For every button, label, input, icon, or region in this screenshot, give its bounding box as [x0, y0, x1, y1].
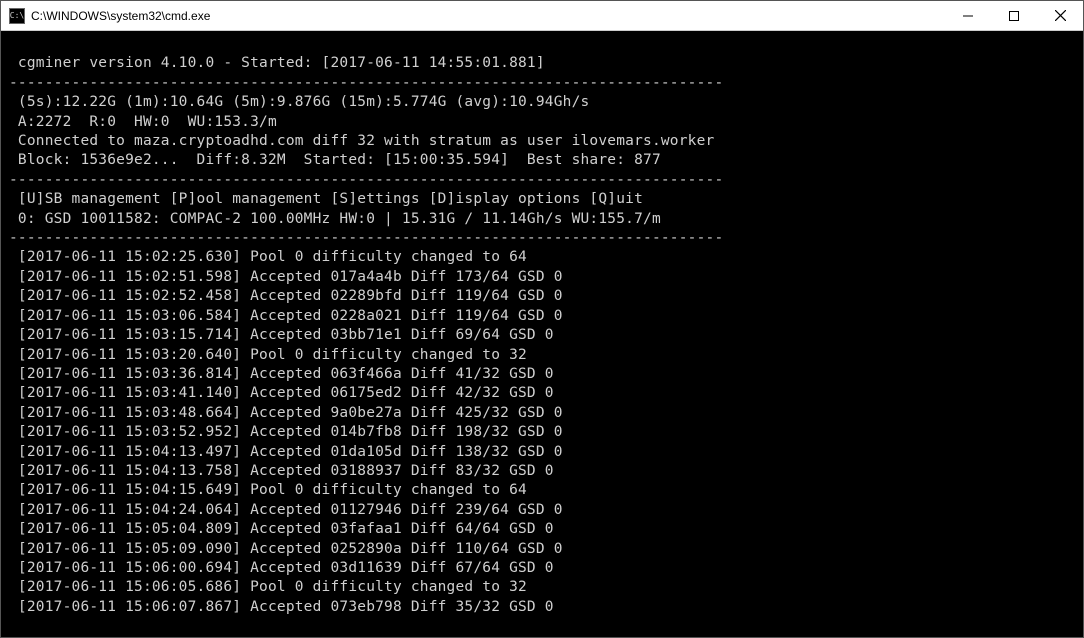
- log-line: [2017-06-11 15:02:52.458] Accepted 02289…: [9, 288, 563, 304]
- device-line: 0: GSD 10011582: COMPAC-2 100.00MHz HW:0…: [9, 211, 661, 227]
- log-line: [2017-06-11 15:03:20.640] Pool 0 difficu…: [9, 347, 527, 363]
- cmd-icon: C:\: [9, 8, 25, 24]
- log-line: [2017-06-11 15:06:00.694] Accepted 03d11…: [9, 560, 554, 576]
- window-title: C:\WINDOWS\system32\cmd.exe: [31, 9, 945, 23]
- log-line: [2017-06-11 15:03:15.714] Accepted 03bb7…: [9, 327, 554, 343]
- log-line: [2017-06-11 15:04:13.497] Accepted 01da1…: [9, 444, 563, 460]
- log-line: [2017-06-11 15:02:51.598] Accepted 017a4…: [9, 269, 563, 285]
- log-line: [2017-06-11 15:05:09.090] Accepted 02528…: [9, 541, 563, 557]
- log-line: [2017-06-11 15:03:06.584] Accepted 0228a…: [9, 308, 563, 324]
- work-line: A:2272 R:0 HW:0 WU:153.3/m: [9, 114, 277, 130]
- maximize-button[interactable]: [991, 1, 1037, 30]
- log-line: [2017-06-11 15:05:04.809] Accepted 03faf…: [9, 521, 554, 537]
- titlebar: C:\ C:\WINDOWS\system32\cmd.exe: [1, 1, 1083, 31]
- divider: ----------------------------------------…: [9, 172, 723, 188]
- block-line: Block: 1536e9e2... Diff:8.32M Started: […: [9, 152, 661, 168]
- log-line: [2017-06-11 15:04:24.064] Accepted 01127…: [9, 502, 563, 518]
- log-line: [2017-06-11 15:06:05.686] Pool 0 difficu…: [9, 579, 527, 595]
- log-line: [2017-06-11 15:06:07.867] Accepted 073eb…: [9, 599, 554, 615]
- divider: ----------------------------------------…: [9, 75, 723, 91]
- log-line: [2017-06-11 15:03:36.814] Accepted 063f4…: [9, 366, 554, 382]
- divider: ----------------------------------------…: [9, 230, 723, 246]
- console-output[interactable]: cgminer version 4.10.0 - Started: [2017-…: [1, 31, 1083, 637]
- minimize-button[interactable]: [945, 1, 991, 30]
- command-prompt-window: C:\ C:\WINDOWS\system32\cmd.exe cgminer …: [0, 0, 1084, 638]
- log-line: [2017-06-11 15:04:13.758] Accepted 03188…: [9, 463, 554, 479]
- log-line: [2017-06-11 15:03:52.952] Accepted 014b7…: [9, 424, 563, 440]
- log-line: [2017-06-11 15:02:25.630] Pool 0 difficu…: [9, 249, 527, 265]
- log-line: [2017-06-11 15:04:15.649] Pool 0 difficu…: [9, 482, 527, 498]
- version-line: cgminer version 4.10.0 - Started: [2017-…: [9, 55, 545, 71]
- log-line: [2017-06-11 15:03:41.140] Accepted 06175…: [9, 385, 554, 401]
- close-button[interactable]: [1037, 1, 1083, 30]
- menu-line: [U]SB management [P]ool management [S]et…: [9, 191, 643, 207]
- hashrate-line: (5s):12.22G (1m):10.64G (5m):9.876G (15m…: [9, 94, 589, 110]
- connected-line: Connected to maza.cryptoadhd.com diff 32…: [9, 133, 714, 149]
- log-line: [2017-06-11 15:03:48.664] Accepted 9a0be…: [9, 405, 563, 421]
- window-controls: [945, 1, 1083, 30]
